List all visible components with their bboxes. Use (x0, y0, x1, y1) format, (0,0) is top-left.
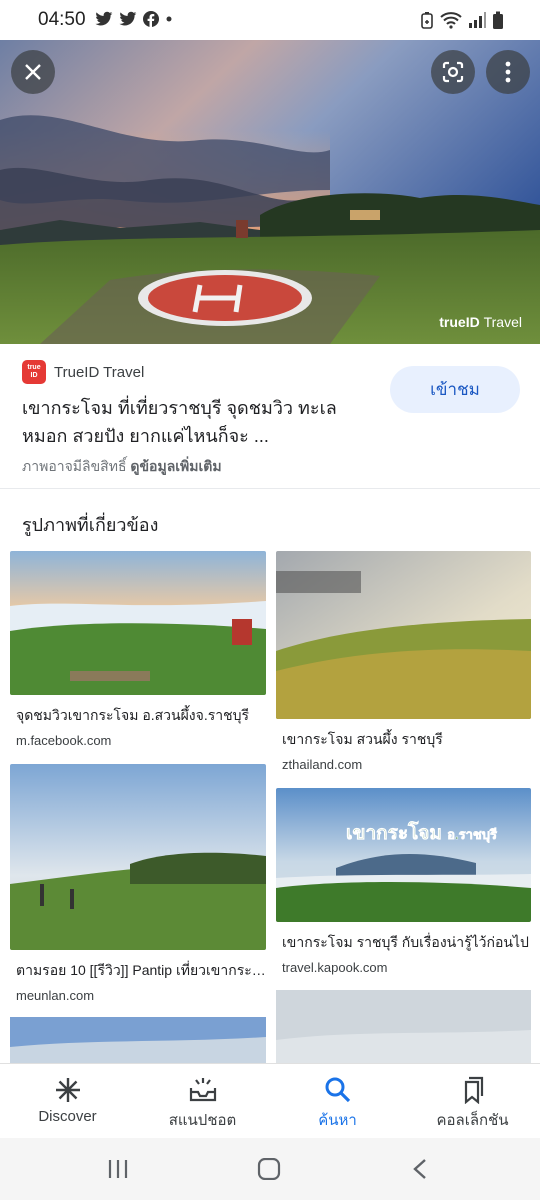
nav-label: Discover (38, 1108, 97, 1125)
overlay-title-text: เขากระโจม (346, 823, 443, 845)
twitter-icon (119, 11, 137, 26)
related-image-card[interactable]: เขากระโจม อ.ราชบุรี เขากระโจม ราชบุรี กั… (276, 788, 531, 975)
lens-button[interactable] (431, 50, 475, 94)
related-thumbnail (10, 551, 266, 695)
back-icon[interactable] (411, 1158, 429, 1180)
close-icon (25, 64, 41, 80)
related-caption: เขากระโจม สวนผึ้ง ราชบุรี (282, 731, 443, 747)
recent-apps-icon[interactable] (107, 1158, 129, 1180)
related-site: travel.kapook.com (282, 960, 388, 975)
related-thumbnail (276, 788, 531, 922)
dot-icon (166, 16, 172, 22)
source-name: TrueID Travel (54, 363, 145, 381)
divider (0, 488, 540, 489)
nav-search[interactable]: ค้นหา (270, 1064, 405, 1138)
more-vert-icon (505, 61, 511, 83)
watermark: trueID Travel (439, 314, 522, 330)
copyright-text: ภาพอาจมีลิขสิทธิ์ (22, 458, 127, 474)
source-logo: true ID (22, 360, 46, 384)
watermark-word: Travel (483, 314, 522, 330)
related-image-card[interactable]: จุดชมวิวเขากระโจม อ.สวนผึ้งจ.ราชบุรี m.f… (10, 551, 266, 748)
related-caption: จุดชมวิวเขากระโจม อ.สวนผึ้งจ.ราชบุรี (16, 707, 250, 723)
home-icon[interactable] (257, 1158, 281, 1180)
result-title[interactable]: เขากระโจม ที่เที่ยวราชบุรี จุดชมวิว ทะเล… (22, 394, 372, 450)
asterisk-icon (55, 1078, 80, 1102)
nav-label: ค้นหา (318, 1112, 357, 1129)
facebook-icon (143, 11, 159, 27)
related-site: meunlan.com (16, 988, 95, 1003)
battery-saver-icon (421, 12, 433, 29)
nav-label: สแนปชอต (168, 1112, 237, 1129)
related-thumbnail (10, 764, 266, 950)
related-image-card[interactable] (276, 990, 531, 1063)
related-caption: ตามรอย 10 [[รีวิว]] Pantip เที่ยวเขากระโ… (16, 962, 266, 978)
source-logo-bottom: ID (30, 372, 38, 379)
related-image-card[interactable]: ตามรอย 10 [[รีวิว]] Pantip เที่ยวเขากระโ… (10, 764, 266, 1003)
signal-icon (469, 12, 486, 28)
status-bar: 04:50 (0, 0, 540, 40)
nav-snapshot[interactable]: สแนปชอต (135, 1064, 270, 1138)
search-icon (325, 1077, 350, 1103)
related-image-card[interactable] (10, 1017, 266, 1063)
related-site: m.facebook.com (16, 733, 112, 748)
system-nav-bar (0, 1138, 540, 1200)
related-caption: เขากระโจม ราชบุรี กับเรื่องน่ารู้ไว้ก่อน… (282, 934, 529, 950)
related-site: zthailand.com (282, 757, 363, 772)
source-row[interactable]: true ID TrueID Travel (22, 360, 144, 384)
bottom-nav: Discover สแนปชอต ค้นหา คอลเล็กชัน (0, 1063, 540, 1138)
close-button[interactable] (11, 50, 55, 94)
watermark-brand: trueID (439, 314, 480, 330)
copyright-notice: ภาพอาจมีลิขสิทธิ์ ดูข้อมูลเพิ่มเติม (22, 456, 222, 478)
nav-discover[interactable]: Discover (0, 1064, 135, 1138)
source-logo-top: true (27, 364, 41, 371)
overlay-title: เขากระโจม อ.ราชบุรี (346, 818, 498, 848)
related-thumbnail (10, 1017, 266, 1063)
overlay-sub-text: อ.ราชบุรี (447, 827, 497, 843)
related-thumbnail (276, 551, 531, 719)
related-thumbnail (276, 990, 531, 1063)
snapshot-icon (189, 1078, 216, 1102)
battery-icon (493, 11, 503, 29)
visit-button[interactable]: เข้าชม (390, 366, 520, 413)
hero-image[interactable]: trueID Travel (0, 40, 540, 344)
lens-icon (442, 61, 464, 83)
status-time: 04:50 (38, 9, 86, 30)
related-heading: รูปภาพที่เกี่ยวข้อง (22, 515, 159, 535)
nav-label: คอลเล็กชัน (436, 1112, 509, 1129)
learn-more-link[interactable]: ดูข้อมูลเพิ่มเติม (130, 458, 221, 474)
wifi-icon (440, 11, 462, 29)
more-options-button[interactable] (486, 50, 530, 94)
nav-collections[interactable]: คอลเล็กชัน (405, 1064, 540, 1138)
collections-icon (464, 1076, 483, 1104)
twitter-icon (95, 11, 113, 26)
related-image-card[interactable]: เขากระโจม สวนผึ้ง ราชบุรี zthailand.com (276, 551, 531, 772)
